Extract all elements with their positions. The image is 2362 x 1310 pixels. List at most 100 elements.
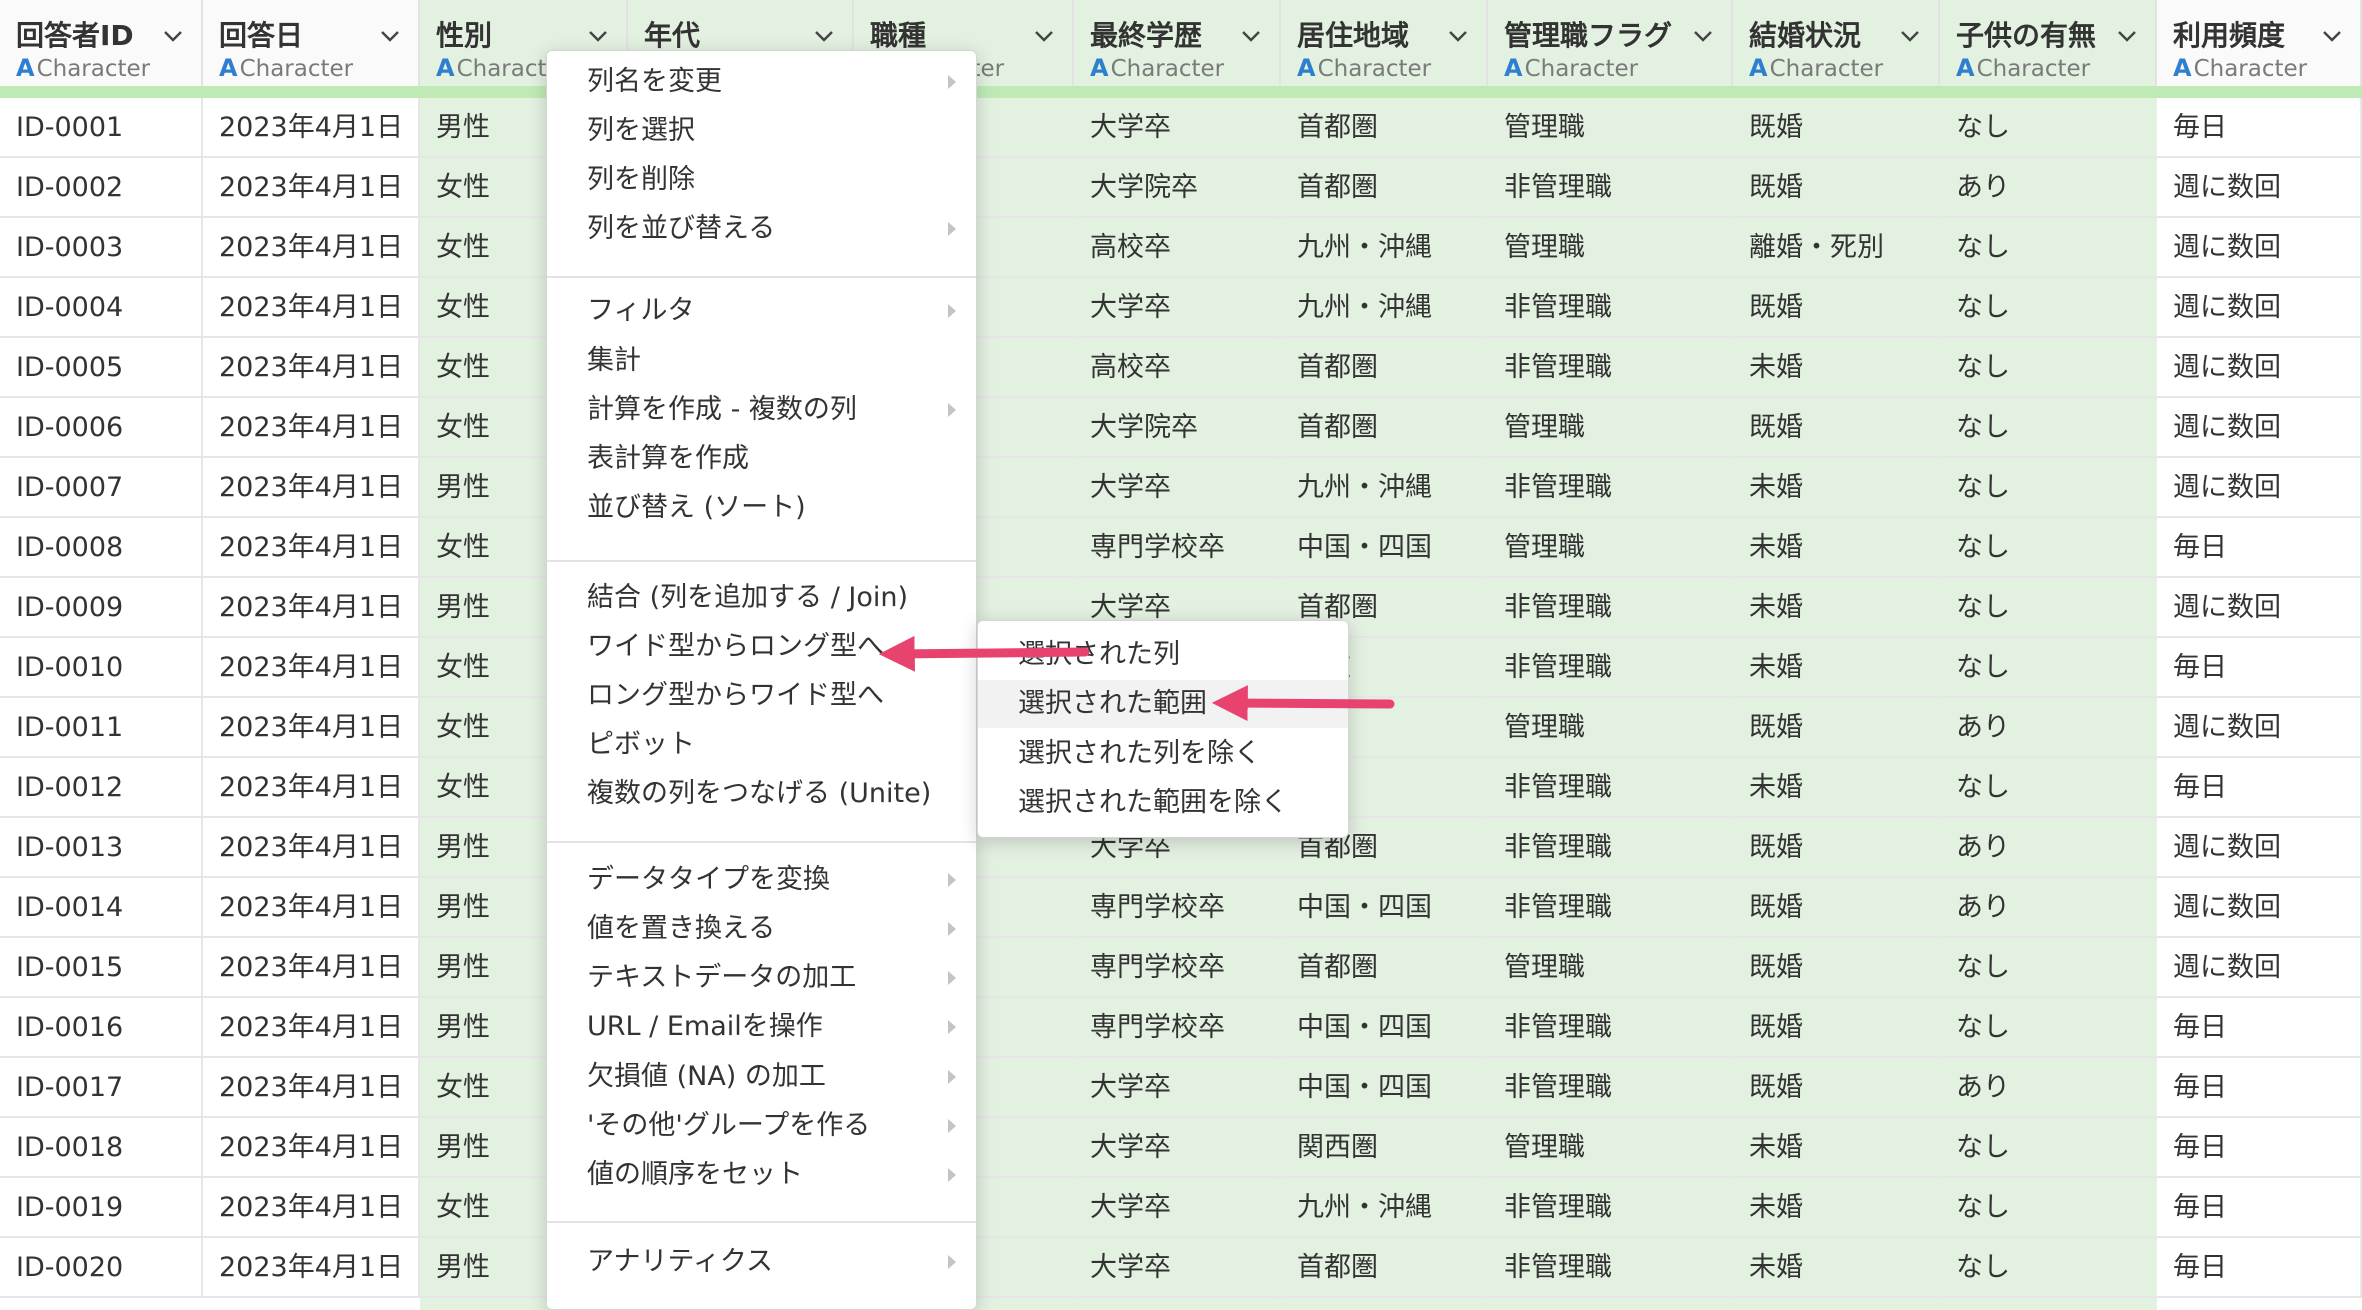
table-cell[interactable]: 毎日 [2157,1118,2362,1178]
table-cell[interactable]: 未婚 [1733,1178,1940,1238]
menu-item[interactable]: ロング型からワイド型へ [547,673,976,719]
table-cell[interactable]: 既婚 [1733,698,1940,758]
column-menu-chevron-icon[interactable] [378,24,402,48]
table-cell[interactable]: 既婚 [1733,878,1940,938]
table-cell[interactable]: 非管理職 [1488,1238,1733,1298]
table-cell[interactable]: あり [1940,158,2157,218]
table-cell[interactable]: 2023年4月1日 [203,638,420,698]
table-cell[interactable]: 既婚 [1733,1058,1940,1118]
table-cell[interactable]: ID-0014 [0,878,203,938]
table-cell[interactable]: 週に数回 [2157,458,2362,518]
table-cell[interactable]: ID-0011 [0,698,203,758]
table-cell[interactable]: 大学卒 [1074,458,1281,518]
table-cell[interactable]: あり [1940,698,2157,758]
table-cell[interactable]: 専門学校卒 [1074,518,1281,578]
table-cell[interactable]: なし [1940,98,2157,158]
table-cell[interactable]: 週に数回 [2157,578,2362,638]
table-cell[interactable]: ID-0015 [0,938,203,998]
menu-item[interactable]: URL / Emailを操作 [547,1004,976,1050]
table-cell[interactable]: 管理職 [1488,218,1733,278]
table-cell[interactable]: 非管理職 [1488,818,1733,878]
table-cell[interactable]: 既婚 [1733,98,1940,158]
table-cell[interactable]: 2023年4月1日 [203,158,420,218]
table-cell[interactable]: 2023年4月1日 [203,1058,420,1118]
table-cell[interactable]: 未婚 [1733,1118,1940,1178]
table-cell[interactable]: 非管理職 [1488,1058,1733,1118]
table-cell[interactable]: 非管理職 [1488,278,1733,338]
table-cell[interactable]: ID-0002 [0,158,203,218]
table-cell[interactable]: ID-0018 [0,1118,203,1178]
table-cell[interactable]: 未婚 [1733,758,1940,818]
table-cell[interactable]: 毎日 [2157,1058,2362,1118]
table-cell[interactable]: 2023年4月1日 [203,818,420,878]
table-cell[interactable]: 中国・四国 [1281,518,1488,578]
table-cell[interactable]: 非管理職 [1488,578,1733,638]
table-cell[interactable]: 未婚 [1733,338,1940,398]
table-cell[interactable]: なし [1940,758,2157,818]
table-cell[interactable]: 週に数回 [2157,818,2362,878]
table-cell[interactable]: 既婚 [1733,158,1940,218]
submenu-item[interactable]: 選択された範囲を除く [978,779,1348,827]
submenu-item[interactable]: 選択された範囲 [978,680,1348,728]
table-cell[interactable]: 2023年4月1日 [203,698,420,758]
table-cell[interactable]: なし [1940,938,2157,998]
table-cell[interactable]: 未婚 [1733,638,1940,698]
column-header[interactable]: 利用頻度 ACharacter [2157,0,2362,88]
table-cell[interactable]: ID-0004 [0,278,203,338]
table-cell[interactable]: ID-0006 [0,398,203,458]
column-header[interactable]: 結婚状況 ACharacter [1733,0,1940,88]
table-cell[interactable]: 高校卒 [1074,338,1281,398]
table-cell[interactable]: なし [1940,638,2157,698]
menu-item[interactable]: 表計算を作成 [547,436,976,482]
table-cell[interactable]: 既婚 [1733,278,1940,338]
table-cell[interactable]: 専門学校卒 [1074,998,1281,1058]
table-cell[interactable]: ID-0001 [0,98,203,158]
table-cell[interactable]: なし [1940,338,2157,398]
table-cell[interactable]: 中国・四国 [1281,878,1488,938]
table-cell[interactable]: なし [1940,218,2157,278]
table-cell[interactable]: 管理職 [1488,698,1733,758]
table-cell[interactable]: なし [1940,1178,2157,1238]
table-cell[interactable]: 首都圏 [1281,938,1488,998]
table-cell[interactable]: 毎日 [2157,98,2362,158]
table-cell[interactable]: 未婚 [1733,458,1940,518]
table-cell[interactable]: あり [1940,1058,2157,1118]
menu-item[interactable]: 複数の列をつなげる (Unite) [547,771,976,817]
column-menu-chevron-icon[interactable] [2115,24,2139,48]
menu-item[interactable]: フィルタ [547,288,976,334]
table-cell[interactable]: ID-0005 [0,338,203,398]
table-cell[interactable]: ID-0010 [0,638,203,698]
table-cell[interactable]: 中国・四国 [1281,998,1488,1058]
menu-item[interactable]: 列を選択 [547,108,976,154]
table-cell[interactable]: 非管理職 [1488,998,1733,1058]
table-cell[interactable]: 2023年4月1日 [203,938,420,998]
submenu-item[interactable]: 選択された列 [978,631,1348,679]
table-cell[interactable]: 2023年4月1日 [203,758,420,818]
table-cell[interactable]: 非管理職 [1488,1178,1733,1238]
column-header[interactable]: 最終学歴 ACharacter [1074,0,1281,88]
table-cell[interactable]: 関西圏 [1281,1118,1488,1178]
table-cell[interactable]: なし [1940,518,2157,578]
table-cell[interactable]: なし [1940,998,2157,1058]
table-cell[interactable]: ID-0013 [0,818,203,878]
table-cell[interactable]: 専門学校卒 [1074,938,1281,998]
table-cell[interactable]: 未婚 [1733,1238,1940,1298]
menu-item[interactable]: 値を置き換える [547,906,976,952]
table-cell[interactable]: 大学卒 [1074,278,1281,338]
table-cell[interactable]: 管理職 [1488,398,1733,458]
table-cell[interactable]: 既婚 [1733,998,1940,1058]
table-cell[interactable]: 大学卒 [1074,1178,1281,1238]
menu-item[interactable]: ピボット [547,722,976,768]
table-cell[interactable]: 未婚 [1733,578,1940,638]
table-cell[interactable]: 非管理職 [1488,878,1733,938]
column-header[interactable]: 回答日 ACharacter [203,0,420,88]
table-cell[interactable]: 首都圏 [1281,398,1488,458]
column-menu-chevron-icon[interactable] [161,24,185,48]
table-cell[interactable]: 管理職 [1488,518,1733,578]
column-menu-chevron-icon[interactable] [586,24,610,48]
table-cell[interactable]: なし [1940,1238,2157,1298]
table-cell[interactable]: 2023年4月1日 [203,398,420,458]
table-cell[interactable]: あり [1940,818,2157,878]
table-cell[interactable]: ID-0016 [0,998,203,1058]
menu-item[interactable]: 計算を作成 - 複数の列 [547,387,976,433]
